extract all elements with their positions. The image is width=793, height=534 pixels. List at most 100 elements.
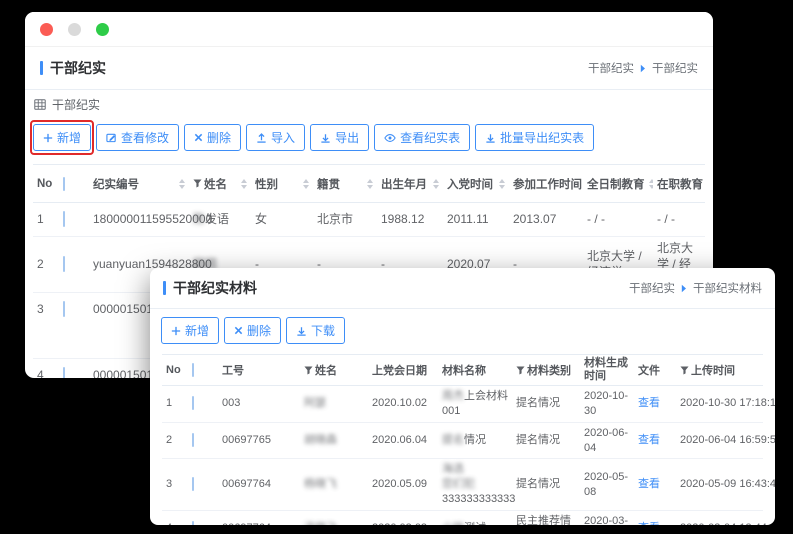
cell-row-checkbox (188, 386, 218, 423)
cell-row-checkbox (59, 237, 89, 293)
column-label[interactable]: 上传时间 (680, 362, 735, 378)
column-label[interactable]: 姓名 (193, 176, 227, 192)
column-header: No (162, 355, 188, 386)
redacted-text: 周杰 (442, 390, 464, 402)
redacted-text: 汤晓飞 (304, 522, 337, 525)
funnel-icon[interactable] (516, 366, 525, 375)
column-header: 参加工作时间 (509, 165, 583, 203)
column-header: 出生年月 (377, 165, 443, 203)
import-button[interactable]: 导入 (246, 124, 305, 151)
breadcrumb-item[interactable]: 干部纪实 (652, 60, 698, 76)
sort-caret-icon[interactable] (433, 179, 439, 189)
cell-upload-time: 2020-10-30 17:18:12 (676, 386, 763, 423)
cell-party-join-date: 2011.11 (443, 203, 509, 237)
export-button[interactable]: 导出 (310, 124, 369, 151)
breadcrumb-item[interactable]: 干部纪实 (629, 280, 675, 296)
table-row: 1180000011595520000陈发语女北京市1988.122011.11… (33, 203, 705, 237)
column-header: 姓名 (189, 165, 251, 203)
column-label[interactable]: 参加工作时间 (513, 176, 582, 192)
row-checkbox[interactable] (63, 256, 65, 272)
file-view-link[interactable]: 查看 (638, 434, 660, 446)
import-button-wrap: 导入 (246, 124, 305, 151)
view-edit-button[interactable]: 查看修改 (96, 124, 179, 151)
cell-name: 陈发语 (189, 203, 251, 237)
cell-party-meeting-date: 2020.06.04 (368, 422, 438, 459)
column-label[interactable]: 材料类别 (516, 362, 571, 378)
window-titlebar (25, 12, 713, 47)
redacted-text: 陈 (193, 212, 205, 226)
cell-upload-time: 2020-05-09 16:43:45 (676, 459, 763, 511)
cell-material-category: 提名情况 (512, 386, 580, 423)
batch-export-record-table-button[interactable]: 批量导出纪实表 (475, 124, 594, 151)
view-record-table-button[interactable]: 查看纪实表 (374, 124, 470, 151)
breadcrumb-item[interactable]: 干部纪实材料 (693, 280, 762, 296)
cell-generated-date: 2020-05-08 (580, 459, 634, 511)
add-button[interactable]: 新增 (161, 317, 219, 344)
cell-name: 胡晓森 (300, 422, 368, 459)
column-header: 材料生成时间 (580, 355, 634, 386)
row-checkbox[interactable] (192, 396, 194, 410)
sort-caret-icon[interactable] (499, 179, 505, 189)
column-label[interactable]: 籍贯 (317, 176, 340, 192)
delete-button[interactable]: 删除 (184, 124, 241, 151)
redacted-text: 小咪 (442, 522, 464, 525)
cell-generated-date: 2020-03-04 (580, 510, 634, 525)
row-checkbox[interactable] (192, 477, 194, 491)
select-all-checkbox[interactable] (192, 363, 194, 377)
row-checkbox[interactable] (192, 433, 194, 447)
file-view-link[interactable]: 查看 (638, 522, 660, 525)
close-traffic-light[interactable] (40, 23, 53, 36)
title-marker (40, 61, 43, 75)
redacted-text: 胡晓森 (304, 434, 337, 446)
file-view-link[interactable]: 查看 (638, 397, 660, 409)
sort-caret-icon[interactable] (241, 179, 247, 189)
cell-job-number: 003 (218, 386, 300, 423)
column-label: 工号 (222, 362, 244, 378)
cell-job-number: 00697765 (218, 422, 300, 459)
column-label[interactable]: 纪实编号 (93, 176, 139, 192)
sort-caret-icon[interactable] (367, 179, 373, 189)
sort-caret-icon[interactable] (649, 179, 654, 189)
column-label: 材料生成时间 (584, 357, 630, 383)
row-checkbox[interactable] (63, 301, 65, 317)
minimize-traffic-light[interactable] (68, 23, 81, 36)
add-button[interactable]: 新增 (33, 124, 91, 151)
column-header: 工号 (218, 355, 300, 386)
cell-row-index: 4 (33, 358, 59, 378)
breadcrumb-item[interactable]: 干部纪实 (588, 60, 634, 76)
column-label[interactable]: 全日制教育 (587, 176, 645, 192)
file-view-link[interactable]: 查看 (638, 478, 660, 490)
sort-caret-icon[interactable] (303, 179, 309, 189)
delete-button[interactable]: 删除 (224, 317, 281, 344)
download-icon (296, 325, 307, 336)
download-button[interactable]: 下载 (286, 317, 345, 344)
table-row: 300697764杨晓飞2020.05.09海选您们犯333333333333提… (162, 459, 763, 511)
column-label[interactable]: 出生年月 (381, 176, 427, 192)
table-row: 1003阿瑟2020.10.02周杰上会材料001提名情况2020-10-30查… (162, 386, 763, 423)
column-label[interactable]: 性别 (255, 176, 278, 192)
select-all-checkbox[interactable] (63, 177, 65, 191)
funnel-icon[interactable] (680, 366, 689, 375)
button-label: 新增 (57, 129, 81, 146)
column-label[interactable]: 姓名 (304, 362, 337, 378)
row-checkbox[interactable] (63, 211, 65, 227)
sort-caret-icon[interactable] (179, 179, 185, 189)
zoom-traffic-light[interactable] (96, 23, 109, 36)
cell-party-meeting-date: 2020.05.09 (368, 459, 438, 511)
material-table: No工号姓名上党会日期材料名称材料类别材料生成时间文件上传时间 1003阿瑟20… (162, 354, 763, 525)
view-record-table-button-wrap: 查看纪实表 (374, 124, 470, 151)
button-label: 新增 (185, 322, 209, 339)
close-icon (194, 133, 203, 142)
export-button-wrap: 导出 (310, 124, 369, 151)
column-label: 上党会日期 (372, 362, 427, 378)
funnel-icon[interactable] (193, 179, 202, 188)
button-label: 导出 (335, 129, 359, 146)
cell-row-index: 4 (162, 510, 188, 525)
view-edit-button-wrap: 查看修改 (96, 124, 179, 151)
row-checkbox[interactable] (192, 521, 194, 525)
column-label[interactable]: 入党时间 (447, 176, 493, 192)
row-checkbox[interactable] (63, 367, 65, 378)
funnel-icon[interactable] (304, 366, 313, 375)
breadcrumb: 干部纪实 干部纪实材料 (629, 280, 762, 296)
panel-label: 干部纪实 (52, 96, 100, 113)
